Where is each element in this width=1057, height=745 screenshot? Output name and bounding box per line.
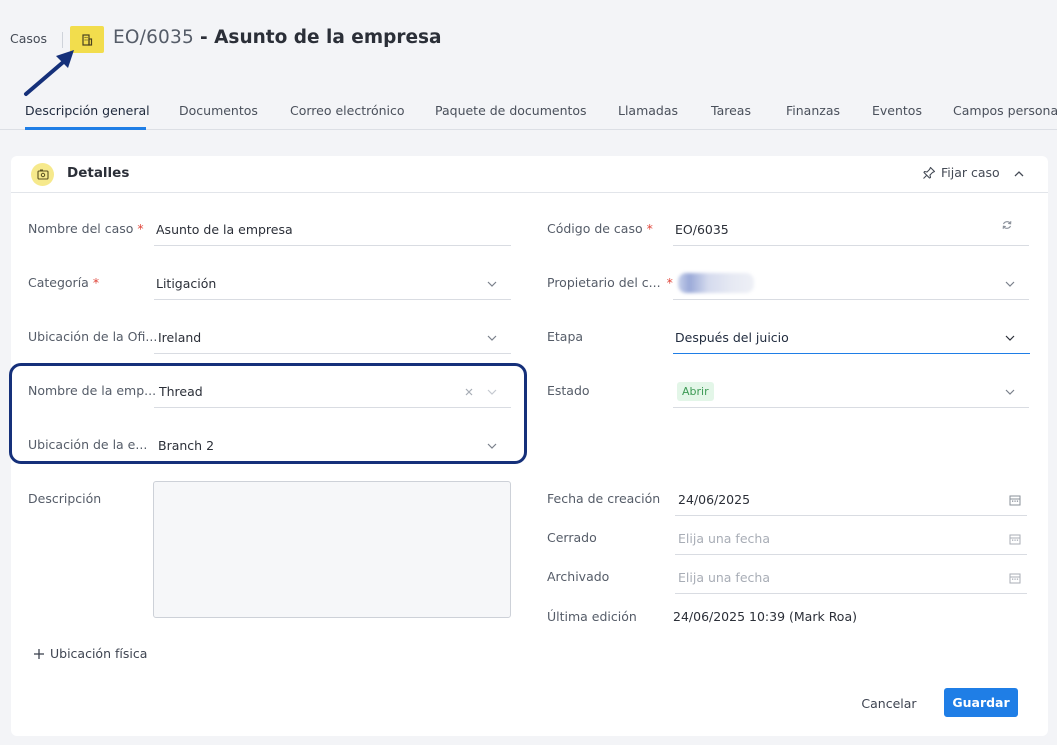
chevron-down-icon: [1005, 335, 1015, 341]
category-label-text: Categoría: [28, 275, 89, 290]
office-location-value: Ireland: [158, 330, 202, 345]
tab-finanzas[interactable]: Finanzas: [786, 103, 840, 118]
office-location-label: Ubicación de la Ofi...: [28, 329, 158, 344]
folder-icon: [31, 163, 54, 186]
case-code-label: Código de caso *: [547, 221, 653, 236]
description-label: Descripción: [28, 491, 102, 506]
annotation-arrow-icon: [24, 50, 74, 96]
folder-glyph: [36, 169, 49, 180]
case-code-value: EO/6035: [675, 222, 729, 237]
details-header[interactable]: Detalles Fijar caso: [11, 156, 1048, 193]
chevron-down-icon: [1005, 281, 1015, 287]
stage-label: Etapa: [547, 329, 584, 344]
closed-date-placeholder: Elija una fecha: [678, 531, 770, 546]
created-date-input[interactable]: 24/06/2025: [675, 486, 1027, 516]
case-name-input[interactable]: Asunto de la empresa: [154, 216, 511, 246]
last-edit-label: Última edición: [547, 609, 637, 624]
plus-icon: [34, 648, 44, 659]
refresh-icon[interactable]: [1001, 219, 1013, 231]
required-marker: *: [666, 275, 673, 290]
chevron-up-icon[interactable]: [1011, 166, 1027, 182]
case-name-value: Asunto de la empresa: [156, 222, 293, 237]
add-physical-location-label: Ubicación física: [50, 646, 148, 661]
pin-label: Fijar caso: [941, 165, 1000, 180]
tab-descripcion-general[interactable]: Descripción general: [25, 103, 150, 118]
pin-case-button[interactable]: Fijar caso: [922, 165, 1000, 180]
status-badge: Abrir: [677, 382, 714, 401]
annotation-highlight-box: [9, 363, 527, 464]
tab-documentos[interactable]: Documentos: [179, 103, 258, 118]
description-textarea[interactable]: [153, 481, 511, 618]
breadcrumb-casos[interactable]: Casos: [10, 31, 47, 46]
section-title: Detalles: [67, 165, 130, 181]
archived-date-placeholder: Elija una fecha: [678, 570, 770, 585]
closed-date-input[interactable]: Elija una fecha: [675, 525, 1027, 555]
owner-label-text: Propietario del c...: [547, 275, 661, 290]
required-marker: *: [137, 221, 144, 236]
status-select[interactable]: Abrir: [673, 378, 1029, 408]
tab-tareas[interactable]: Tareas: [711, 103, 751, 118]
tab-campos-personalizados[interactable]: Campos persona: [953, 103, 1057, 118]
case-name-label: Nombre del caso *: [28, 221, 144, 236]
archived-date-input[interactable]: Elija una fecha: [675, 564, 1027, 594]
stage-select[interactable]: Después del juicio: [673, 324, 1030, 354]
case-name-label-text: Nombre del caso: [28, 221, 134, 236]
required-marker: *: [646, 221, 653, 236]
created-date-value: 24/06/2025: [678, 492, 751, 507]
status-label: Estado: [547, 383, 590, 398]
stage-value: Después del juicio: [675, 330, 789, 345]
cancel-button[interactable]: Cancelar: [849, 689, 929, 719]
office-location-select[interactable]: Ireland: [154, 324, 511, 354]
save-button[interactable]: Guardar: [944, 688, 1018, 717]
calendar-icon[interactable]: [1009, 572, 1021, 584]
chevron-down-icon: [487, 335, 497, 341]
last-edit-value: 24/06/2025 10:39 (Mark Roa): [673, 609, 857, 624]
category-label: Categoría *: [28, 275, 99, 290]
calendar-icon[interactable]: [1009, 533, 1021, 545]
tab-eventos[interactable]: Eventos: [872, 103, 922, 118]
building-glyph: [82, 33, 93, 46]
case-code-title: EO/6035: [113, 27, 194, 48]
pin-icon: [923, 166, 936, 179]
required-marker: *: [92, 275, 100, 290]
page-header: Casos EO/6035 - Asunto de la empresa Des…: [0, 0, 1057, 130]
case-title: - Asunto de la empresa: [200, 27, 442, 48]
add-physical-location-button[interactable]: Ubicación física: [33, 646, 147, 661]
owner-label: Propietario del c... *: [547, 275, 673, 290]
case-code-label-text: Código de caso: [547, 221, 643, 236]
category-select[interactable]: Litigación: [154, 270, 511, 300]
chevron-down-icon: [1005, 389, 1015, 395]
closed-date-label: Cerrado: [547, 530, 597, 545]
tab-llamadas[interactable]: Llamadas: [618, 103, 678, 118]
case-code-input[interactable]: EO/6035: [673, 216, 1029, 246]
calendar-icon[interactable]: [1009, 494, 1021, 506]
active-tab-indicator: [25, 127, 146, 130]
owner-avatar: [678, 273, 754, 293]
category-value: Litigación: [156, 276, 217, 291]
chevron-down-icon: [487, 281, 497, 287]
tab-bar: Descripción general Documentos Correo el…: [0, 98, 1057, 130]
tab-correo-electronico[interactable]: Correo electrónico: [290, 103, 405, 118]
owner-select[interactable]: [673, 270, 1029, 300]
created-date-label: Fecha de creación: [547, 491, 661, 506]
tab-paquete-documentos[interactable]: Paquete de documentos: [435, 103, 587, 118]
archived-date-label: Archivado: [547, 569, 610, 584]
